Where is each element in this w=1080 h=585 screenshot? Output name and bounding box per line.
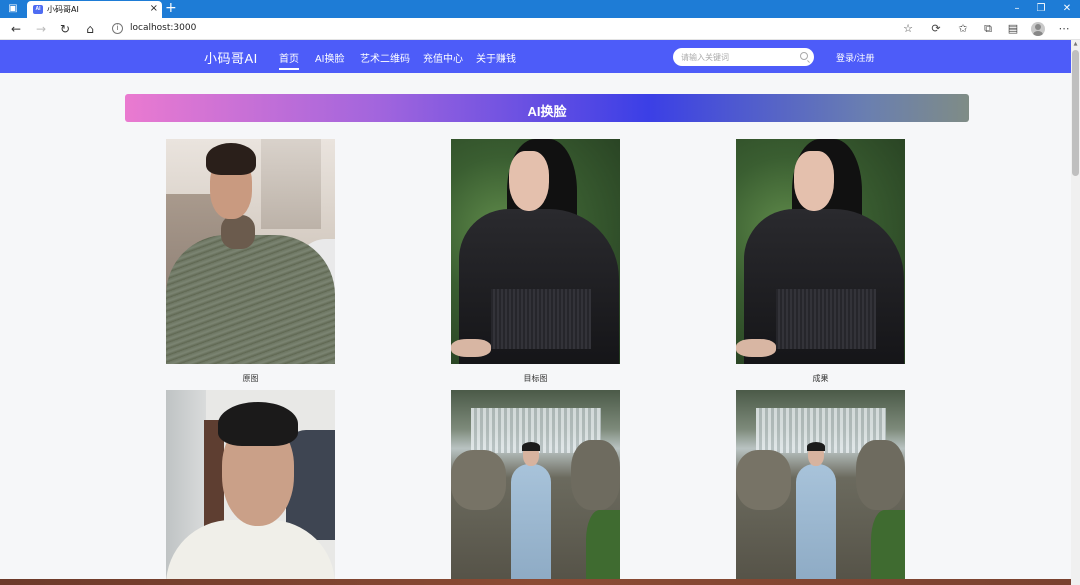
photo-background — [451, 450, 506, 510]
photo-background — [856, 440, 905, 510]
photo-subject-hand — [736, 339, 776, 357]
section-banner: AI换脸 — [125, 94, 969, 122]
home-icon[interactable]: ⌂ — [82, 21, 98, 37]
nav-item-home[interactable]: 首页 — [279, 50, 299, 70]
original-photo-2[interactable] — [166, 390, 335, 585]
nav-item-art-qrcode[interactable]: 艺术二维码 — [360, 50, 410, 65]
photo-background — [736, 450, 791, 510]
profile-avatar-icon[interactable] — [1031, 22, 1045, 36]
photo-subject-hair — [206, 143, 256, 175]
address-bar-row: ← → ↻ ⌂ i localhost:3000 ☆ ⟳ ✩ ⧉ ▤ ⋯ — [0, 18, 1080, 40]
minimize-icon[interactable]: – — [1010, 2, 1024, 16]
restore-icon[interactable]: ❐ — [1034, 2, 1048, 16]
caption-target: 目标图 — [523, 374, 548, 383]
tab-favicon: AI — [33, 5, 43, 14]
photo-subject-robe-detail — [776, 289, 876, 349]
photo-background — [261, 139, 321, 229]
back-arrow-icon[interactable]: ← — [8, 21, 24, 37]
photo-subject-hand — [451, 339, 491, 357]
photo-subject-face — [509, 151, 549, 211]
photo-subject-robe-detail — [491, 289, 591, 349]
favorites-icon[interactable]: ✩ — [955, 21, 971, 37]
tab-title: 小码哥AI — [47, 5, 79, 14]
photo-subject-scarf — [221, 215, 255, 249]
add-favorite-icon[interactable]: ☆ — [900, 21, 916, 37]
photo-background — [586, 510, 620, 585]
tab-actions-icon[interactable]: ▣ — [6, 2, 20, 16]
taskbar-edge — [0, 579, 1071, 585]
url-field[interactable]: i localhost:3000 — [106, 20, 896, 38]
site-logo[interactable]: 小码哥AI — [204, 48, 258, 67]
browser-tab[interactable]: AI 小码哥AI × — [27, 1, 162, 18]
target-photo[interactable] — [451, 139, 620, 364]
browser-tab-strip: ▣ AI 小码哥AI × + – ❐ ✕ — [0, 0, 1080, 18]
result-photo-2[interactable] — [736, 390, 905, 585]
login-register-link[interactable]: 登录/注册 — [836, 51, 875, 64]
new-tab-icon[interactable]: + — [165, 0, 177, 16]
site-search[interactable] — [673, 48, 814, 66]
photo-subject-body — [166, 235, 335, 364]
forward-arrow-icon[interactable]: → — [33, 21, 49, 37]
url-text[interactable]: localhost:3000 — [130, 23, 196, 33]
caption-original: 原图 — [242, 374, 259, 383]
photo-subject-face — [794, 151, 834, 211]
window-close-icon[interactable]: ✕ — [1060, 2, 1074, 16]
nav-item-ai-face-swap[interactable]: AI换脸 — [315, 50, 344, 65]
nav-item-recharge[interactable]: 充值中心 — [423, 50, 463, 65]
photo-subject-hair — [522, 442, 540, 451]
photo-subject-hair — [807, 442, 825, 451]
browser-essentials-icon[interactable]: ▤ — [1005, 21, 1021, 37]
info-icon[interactable]: i — [112, 23, 123, 34]
more-menu-icon[interactable]: ⋯ — [1056, 21, 1072, 37]
extensions-icon[interactable]: ⟳ — [928, 21, 944, 37]
photo-background — [571, 440, 620, 510]
search-input[interactable] — [681, 51, 796, 63]
original-photo[interactable] — [166, 139, 335, 364]
tab-close-icon[interactable]: × — [150, 3, 158, 14]
photo-subject-body — [511, 464, 551, 585]
target-photo-2[interactable] — [451, 390, 620, 585]
site-header: 小码哥AI 首页 AI换脸 艺术二维码 充值中心 关于赚钱 登录/注册 — [0, 40, 1071, 73]
photo-subject-hair — [218, 402, 298, 446]
photo-background — [871, 510, 905, 585]
caption-result: 成果 — [812, 374, 829, 383]
scrollbar-thumb[interactable] — [1072, 50, 1079, 176]
result-photo[interactable] — [736, 139, 905, 364]
refresh-icon[interactable]: ↻ — [57, 21, 73, 37]
photo-subject-body — [796, 464, 836, 585]
banner-title: AI换脸 — [527, 104, 567, 119]
collections-icon[interactable]: ⧉ — [980, 21, 996, 37]
scroll-up-icon[interactable]: ▲ — [1072, 41, 1079, 47]
nav-item-about-earning[interactable]: 关于赚钱 — [476, 50, 516, 65]
search-icon[interactable] — [800, 52, 808, 60]
